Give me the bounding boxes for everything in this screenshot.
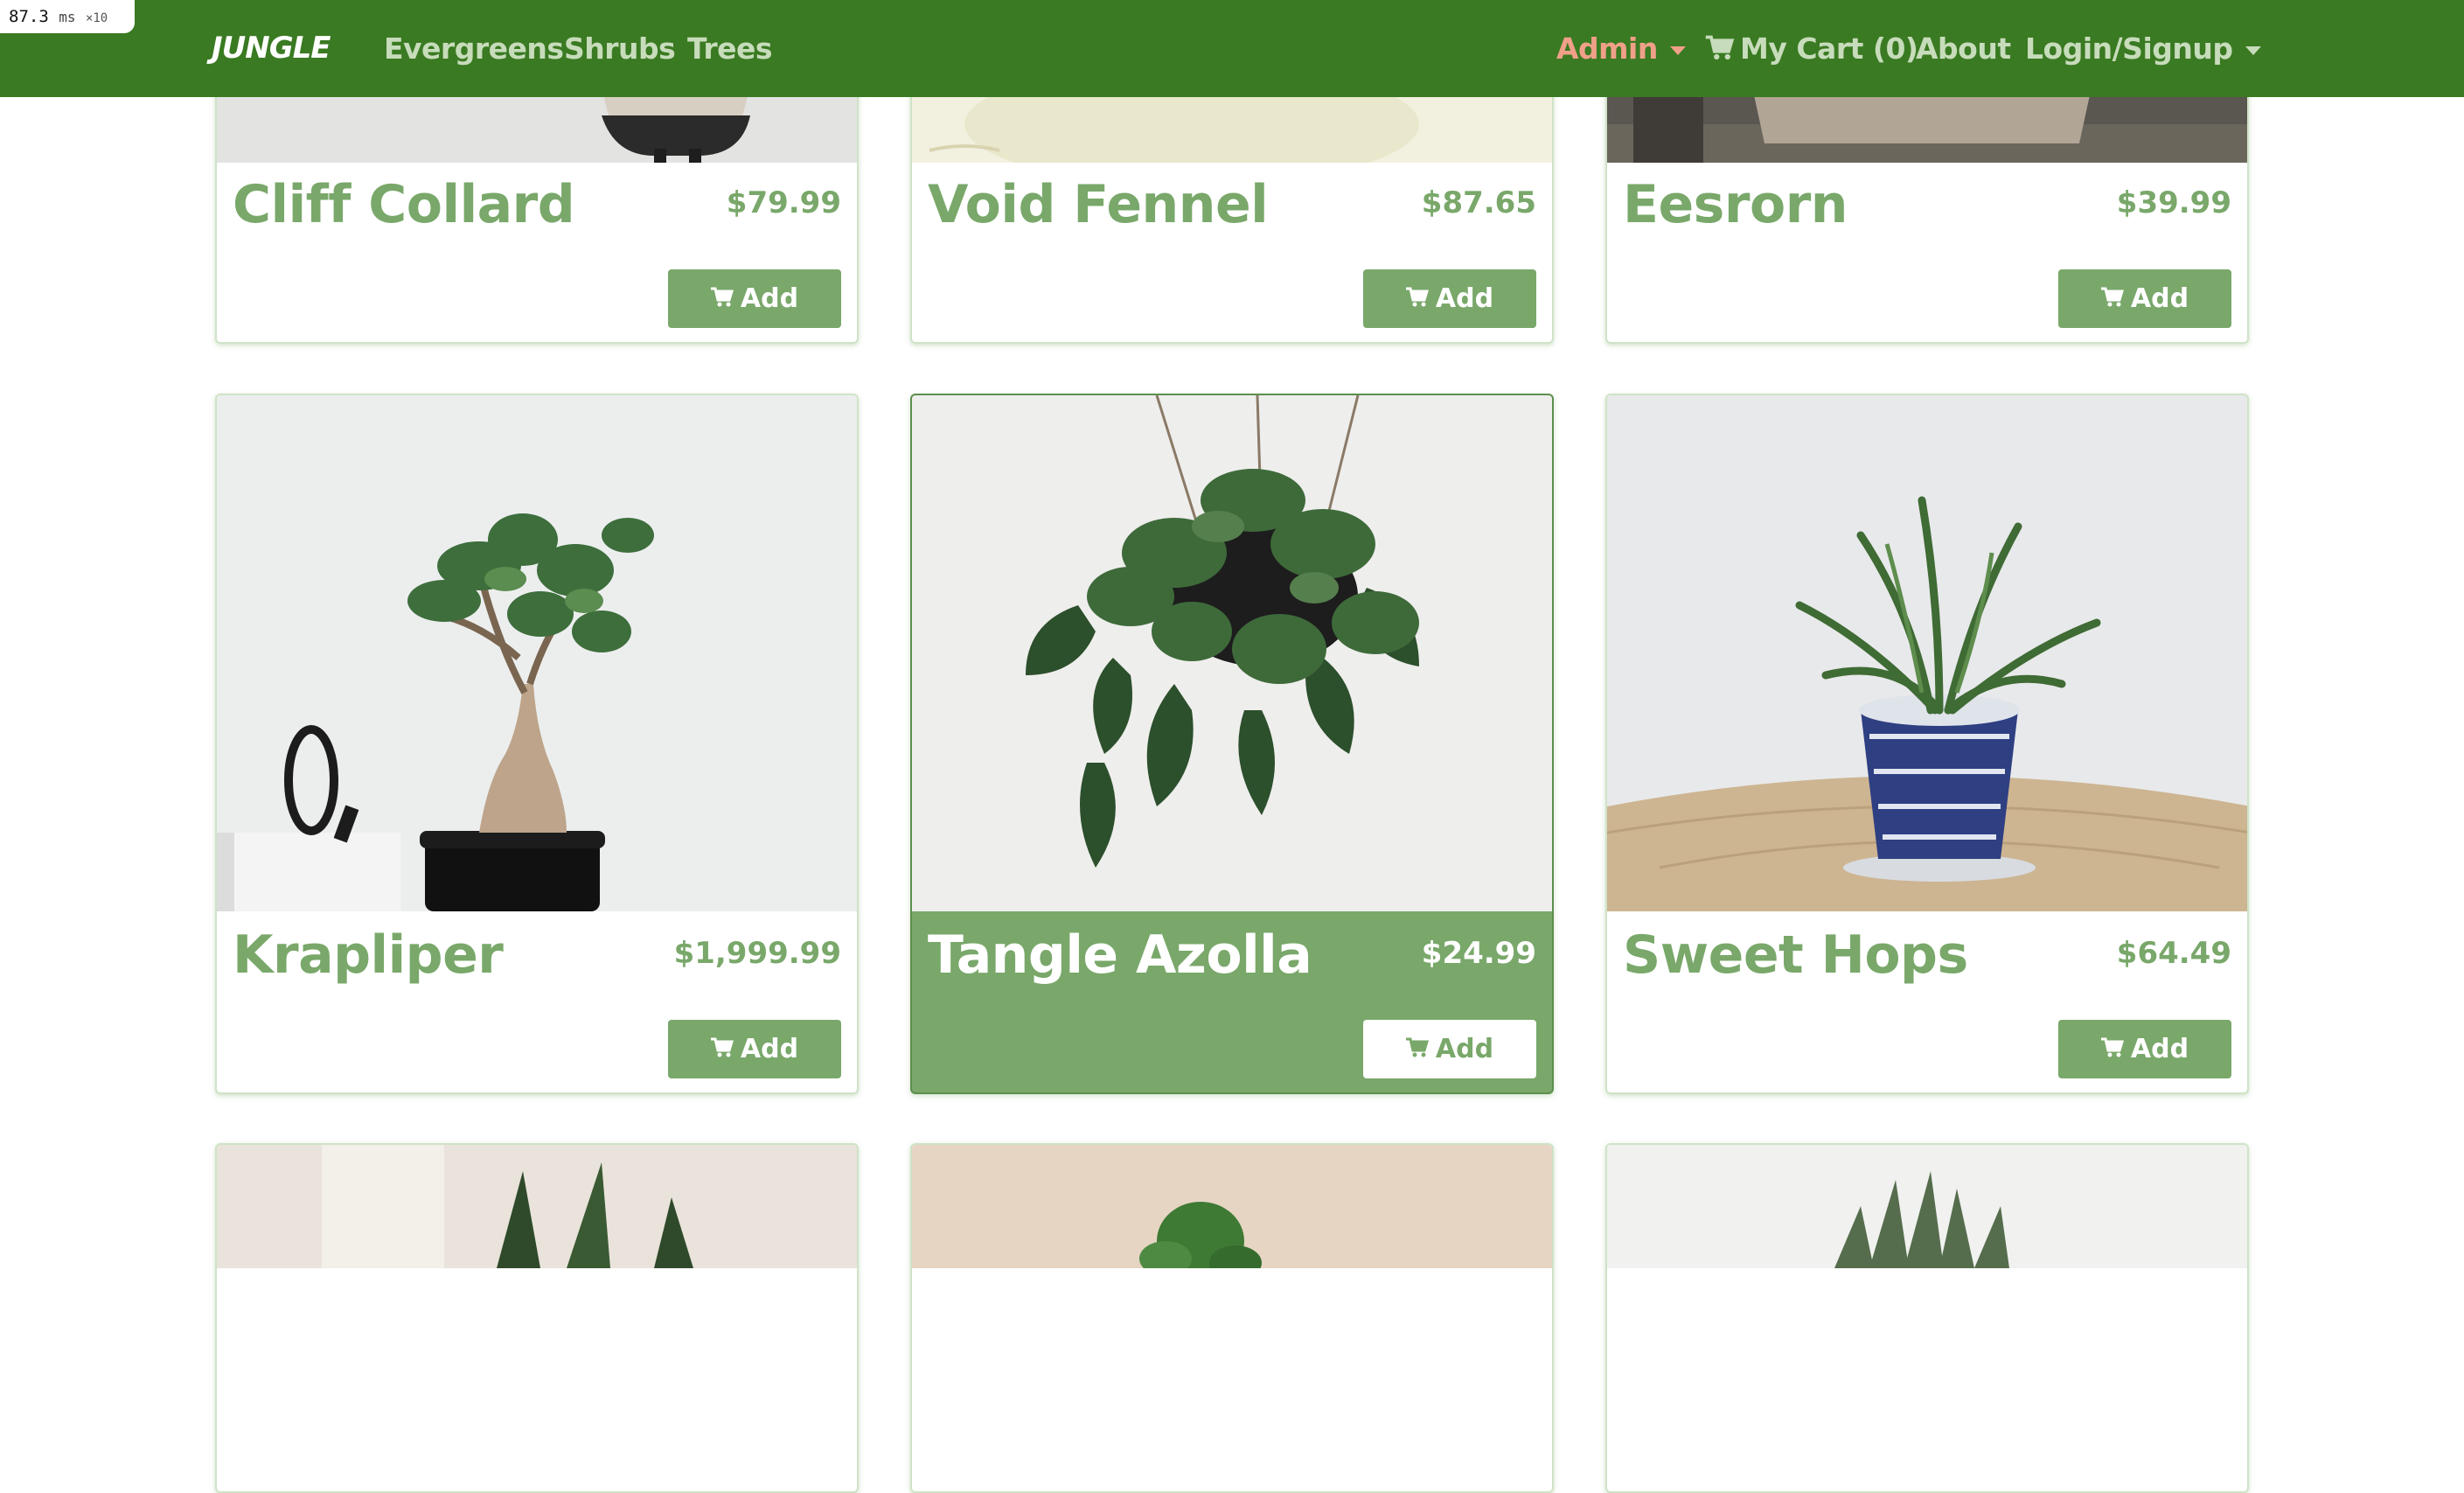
chevron-down-icon	[2245, 45, 2261, 55]
product-image[interactable]	[912, 395, 1552, 911]
product-image[interactable]	[1607, 1145, 2247, 1491]
product-card-row3-right[interactable]	[1605, 1143, 2249, 1493]
product-card-row3-middle[interactable]	[910, 1143, 1554, 1493]
cart-icon	[1705, 35, 1735, 59]
add-to-cart-button[interactable]: Add	[2058, 1020, 2231, 1078]
timing-multiplier: ×10	[85, 11, 108, 25]
product-card-krapliper[interactable]: Krapliper $1,999.99 Add	[215, 394, 859, 1094]
timing-unit: ms	[59, 9, 76, 25]
cart-icon	[2100, 1037, 2124, 1057]
product-price: $24.99	[1421, 936, 1536, 971]
add-label: Add	[1435, 283, 1494, 314]
admin-label: Admin	[1556, 31, 1658, 66]
nav-about[interactable]: About	[1916, 0, 2011, 97]
nav-shrubs[interactable]: Shrubs	[564, 0, 676, 97]
product-image[interactable]	[217, 395, 857, 911]
add-to-cart-button[interactable]: Add	[1363, 269, 1536, 328]
render-timing-badge: 87.3 ms ×10	[0, 0, 135, 33]
add-label: Add	[1435, 1034, 1494, 1064]
cart-icon	[1405, 1037, 1429, 1057]
product-card-sweet-hops[interactable]: Sweet Hops $64.49 Add	[1605, 394, 2249, 1094]
chevron-down-icon	[1669, 45, 1686, 55]
add-label: Add	[2130, 1034, 2189, 1064]
cart-icon	[710, 287, 734, 307]
my-cart-link[interactable]: My Cart (0)	[1705, 0, 1918, 97]
add-label: Add	[2130, 283, 2189, 314]
product-price: $79.99	[726, 185, 841, 220]
product-price: $64.49	[2116, 936, 2231, 971]
product-name[interactable]: Tangle Azolla	[928, 924, 1312, 986]
product-name[interactable]: Void Fennel	[928, 174, 1269, 235]
cart-icon	[1405, 287, 1429, 307]
top-navbar: JUNGLE Evergreens Shrubs Trees Admin My …	[0, 0, 2464, 97]
product-name[interactable]: Krapliper	[233, 924, 504, 986]
product-image[interactable]	[1607, 395, 2247, 911]
nav-trees[interactable]: Trees	[687, 0, 773, 97]
add-to-cart-button[interactable]: Add	[2058, 269, 2231, 328]
product-price: $1,999.99	[673, 936, 841, 971]
product-image[interactable]	[912, 1145, 1552, 1491]
cart-label: My Cart (0)	[1740, 31, 1918, 66]
product-image[interactable]	[217, 1145, 857, 1491]
product-name[interactable]: Sweet Hops	[1623, 924, 1968, 986]
add-to-cart-button[interactable]: Add	[668, 1020, 841, 1078]
admin-dropdown[interactable]: Admin	[1556, 0, 1686, 97]
product-name[interactable]: Cliff Collard	[233, 174, 575, 235]
timing-value: 87.3	[9, 7, 49, 26]
add-to-cart-button[interactable]: Add	[1363, 1020, 1536, 1078]
nav-evergreens[interactable]: Evergreens	[384, 0, 564, 97]
product-price: $87.65	[1421, 185, 1536, 220]
login-signup-dropdown[interactable]: Login/Signup	[2025, 0, 2261, 97]
login-label: Login/Signup	[2025, 31, 2233, 66]
brand-logo[interactable]: JUNGLE	[212, 0, 331, 97]
cart-icon	[710, 1037, 734, 1057]
product-card-tangle-azolla[interactable]: Tangle Azolla $24.99 Add	[910, 394, 1554, 1094]
add-to-cart-button[interactable]: Add	[668, 269, 841, 328]
add-label: Add	[740, 283, 799, 314]
product-name[interactable]: Eesrorn	[1623, 174, 1848, 235]
product-price: $39.99	[2116, 185, 2231, 220]
product-card-row3-left[interactable]	[215, 1143, 859, 1493]
add-label: Add	[740, 1034, 799, 1064]
cart-icon	[2100, 287, 2124, 307]
